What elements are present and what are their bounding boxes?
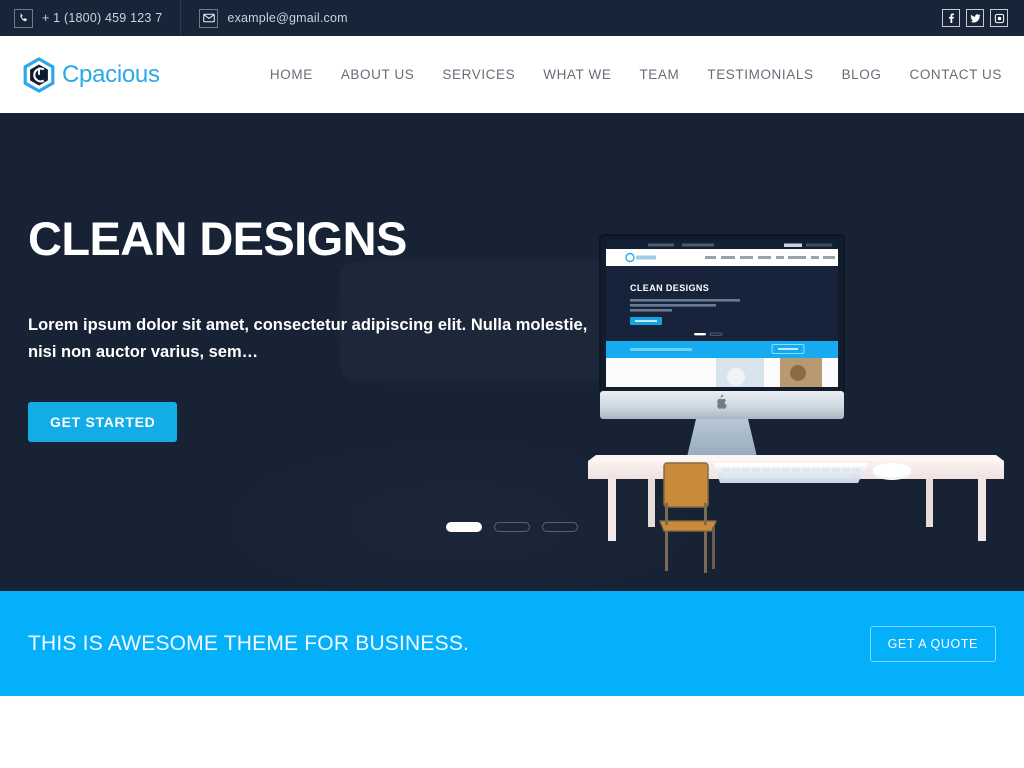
nav-item-what-we[interactable]: WHAT WE [529,67,625,82]
nav-item-about-us[interactable]: ABOUT US [327,67,429,82]
slider-dot-1[interactable] [446,522,482,532]
hero-slider: CLEAN DESIGNS CLEAN DESIGNS Lorem ipsum … [0,113,1024,591]
slider-dot-2[interactable] [494,522,530,532]
get-started-button[interactable]: GET STARTED [28,402,178,443]
hexagon-c-logo-icon [22,56,56,93]
social-links [942,0,1008,36]
hero-subtitle: Lorem ipsum dolor sit amet, consectetur … [28,316,588,361]
envelope-icon [199,8,219,28]
nav-item-services[interactable]: SERVICES [428,67,529,82]
nav-item-home[interactable]: HOME [256,67,327,82]
slider-pagination [0,522,1024,532]
main-navigation: HOME ABOUT US SERVICES WHAT WE TEAM TEST… [256,67,1002,82]
nav-item-testimonials[interactable]: TESTIMONIALS [693,67,827,82]
facebook-icon[interactable] [942,9,960,27]
slider-dot-3[interactable] [542,522,578,532]
email-contact[interactable]: example@gmail.com [199,0,348,36]
cta-banner: THIS IS AWESOME THEME FOR BUSINESS. GET … [0,591,1024,696]
instagram-icon[interactable] [990,9,1008,27]
nav-item-blog[interactable]: BLOG [828,67,896,82]
hero-title: CLEAN DESIGNS [28,212,407,265]
svg-text:CLEAN DESIGNS: CLEAN DESIGNS [630,283,709,293]
nav-item-team[interactable]: TEAM [625,67,693,82]
phone-number: + 1 (1800) 459 123 7 [42,11,163,25]
site-header: Cpacious HOME ABOUT US SERVICES WHAT WE … [0,36,1024,113]
cta-banner-text: THIS IS AWESOME THEME FOR BUSINESS. [28,631,470,655]
top-contact-bar: + 1 (1800) 459 123 7 example@gmail.com [0,0,1024,36]
topbar-divider [180,0,182,36]
page-body-area [0,696,1024,768]
email-address: example@gmail.com [227,11,348,25]
hero-content: CLEAN DESIGNS Lorem ipsum dolor sit amet… [0,113,640,443]
nav-item-contact-us[interactable]: CONTACT US [895,67,1002,82]
brand-logo[interactable]: Cpacious [22,56,160,93]
phone-contact[interactable]: + 1 (1800) 459 123 7 [14,0,162,36]
brand-name: Cpacious [62,60,160,88]
twitter-icon[interactable] [966,9,984,27]
get-a-quote-button[interactable]: GET A QUOTE [869,625,996,662]
phone-icon [14,8,33,28]
